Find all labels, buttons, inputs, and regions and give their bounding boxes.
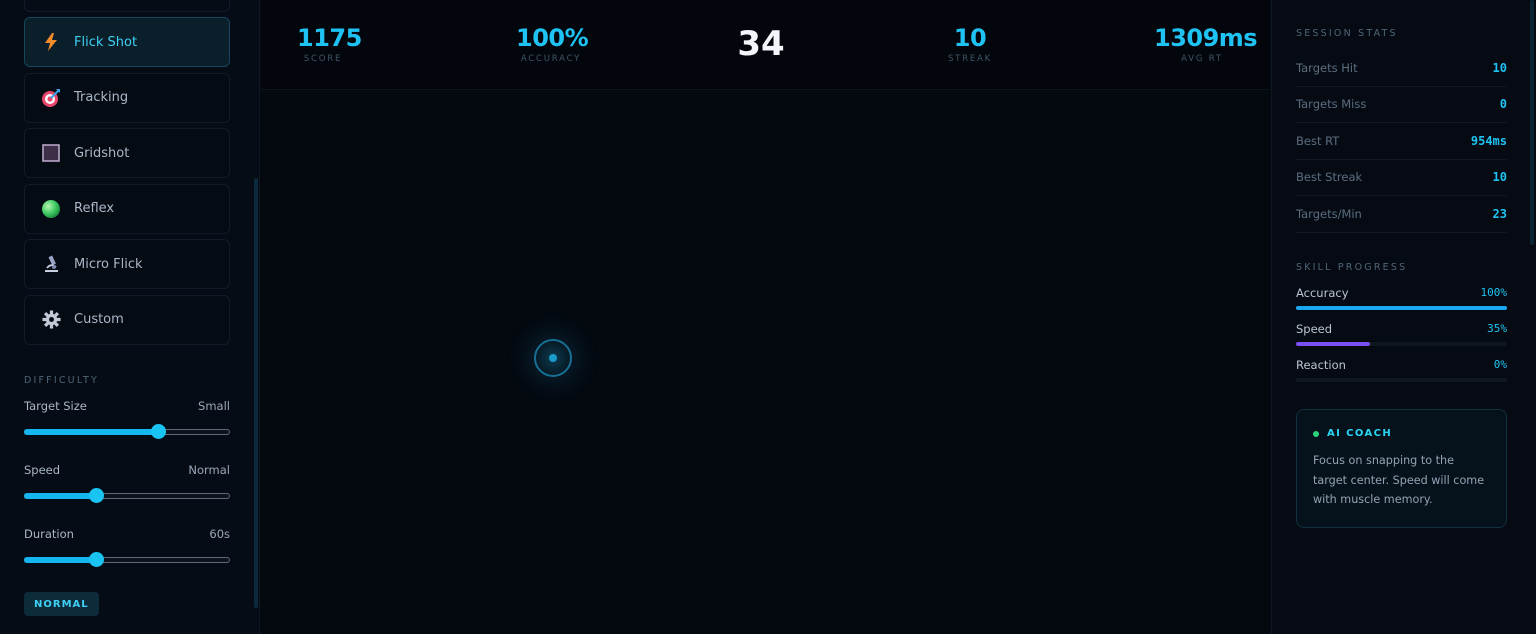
ai-coach-header: AI COACH	[1313, 428, 1490, 439]
setting-value: Normal	[188, 463, 230, 477]
stat-row-targets-per-min: Targets/Min 23	[1296, 196, 1507, 233]
hud-streak: 10 STREAK	[941, 24, 999, 64]
setting-value: Small	[198, 399, 230, 413]
hud-bar: 1175 SCORE 100% ACCURACY 34 10 STREAK 13…	[261, 0, 1270, 90]
skill-percent: 100%	[1480, 286, 1508, 299]
avg-rt-label: AVG RT	[1181, 54, 1223, 64]
sidebar: Flick Shot Tracking Gridshot Reflex Micr…	[0, 0, 260, 634]
skill-label: Accuracy	[1296, 286, 1349, 300]
skill-label: Speed	[1296, 322, 1333, 336]
stat-value: 10	[1492, 60, 1507, 75]
stat-row-targets-miss: Targets Miss 0	[1296, 87, 1507, 123]
stat-label: Targets Hit	[1296, 60, 1358, 75]
mode-label: Custom	[74, 312, 124, 328]
streak-value: 10	[953, 24, 987, 52]
hud-avg-rt: 1309ms AVG RT	[1154, 24, 1258, 64]
ai-coach-message: Focus on snapping to the target center. …	[1313, 454, 1485, 506]
setting-label: Speed	[24, 463, 61, 477]
skill-label: Reaction	[1296, 358, 1346, 372]
accuracy-value: 100%	[516, 24, 589, 52]
slider-fill	[24, 493, 97, 499]
duration-setting: Duration 60s	[24, 527, 230, 568]
session-stats-title: SESSION STATS	[1296, 28, 1398, 39]
status-dot-icon	[1313, 430, 1319, 437]
skill-bar	[1296, 378, 1507, 382]
mode-label: Tracking	[74, 90, 129, 106]
grid-square-icon	[41, 143, 61, 163]
ai-coach-card: AI COACH Focus on snapping to the target…	[1296, 409, 1507, 528]
gear-icon	[41, 310, 61, 330]
difficulty-section-label: DIFFICULTY	[24, 375, 100, 386]
difficulty-badge: NORMAL	[24, 592, 99, 616]
stat-row-targets-hit: Targets Hit 10	[1296, 50, 1507, 87]
stat-label: Targets/Min	[1296, 206, 1362, 221]
duration-slider[interactable]	[24, 552, 230, 568]
aim-target[interactable]	[534, 339, 572, 377]
skill-percent: 35%	[1487, 322, 1507, 335]
speed-setting: Speed Normal	[24, 463, 230, 504]
skill-bar	[1296, 342, 1507, 346]
target-size-slider[interactable]	[24, 424, 230, 440]
mode-item-flick-shot[interactable]: Flick Shot	[24, 17, 230, 67]
stat-label: Best Streak	[1296, 170, 1363, 185]
slider-fill	[24, 557, 97, 563]
mode-label: Gridshot	[74, 145, 130, 161]
hud-accuracy: 100% ACCURACY	[516, 24, 589, 64]
skill-percent: 0%	[1493, 358, 1507, 371]
target-dart-icon	[41, 88, 61, 108]
setting-label: Target Size	[24, 399, 87, 413]
skill-bar-fill	[1296, 342, 1370, 346]
mode-item-micro-flick[interactable]: Micro Flick	[24, 239, 230, 290]
microscope-icon	[41, 254, 61, 274]
skill-reaction: Reaction 0%	[1296, 358, 1507, 382]
hud-score: 1175 SCORE	[297, 24, 362, 64]
mode-label: Reflex	[74, 201, 115, 217]
score-label: SCORE	[303, 54, 343, 64]
stat-value: 954ms	[1470, 133, 1507, 148]
ai-coach-title: AI COACH	[1327, 428, 1393, 439]
slider-thumb[interactable]	[89, 488, 105, 503]
play-arena[interactable]	[261, 91, 1270, 634]
stat-label: Best RT	[1296, 133, 1340, 148]
mode-item-gridshot[interactable]: Gridshot	[24, 128, 230, 179]
stat-value: 0	[1499, 97, 1507, 112]
mode-item-reflex[interactable]: Reflex	[24, 183, 230, 234]
stat-row-best-streak: Best Streak 10	[1296, 160, 1507, 196]
slider-thumb[interactable]	[89, 552, 105, 567]
streak-label: STREAK	[947, 54, 993, 64]
round-timer: 34	[737, 24, 785, 64]
mode-label: Micro Flick	[74, 256, 143, 272]
skill-speed: Speed 35%	[1296, 322, 1507, 346]
skill-bar-fill	[1296, 306, 1507, 310]
stats-panel-scrollbar[interactable]	[1530, 0, 1534, 245]
skill-accuracy: Accuracy 100%	[1296, 286, 1507, 310]
mode-item-custom[interactable]: Custom	[24, 294, 230, 345]
mode-label: Flick Shot	[74, 34, 138, 50]
slider-fill	[24, 429, 158, 435]
target-center-dot	[549, 354, 557, 362]
accuracy-label: ACCURACY	[520, 54, 582, 64]
mode-list: Flick Shot Tracking Gridshot Reflex Micr…	[24, 17, 230, 351]
avg-rt-value: 1309ms	[1154, 24, 1258, 52]
stat-value: 10	[1492, 170, 1507, 185]
setting-label: Duration	[24, 527, 74, 541]
session-stats-list: Targets Hit 10 Targets Miss 0 Best RT 95…	[1296, 50, 1507, 233]
speed-slider[interactable]	[24, 488, 230, 504]
stat-value: 23	[1492, 206, 1507, 221]
setting-value: 60s	[209, 527, 230, 541]
slider-thumb[interactable]	[150, 424, 166, 439]
lightning-icon	[41, 32, 61, 52]
sidebar-scrollbar[interactable]	[254, 178, 258, 608]
green-orb-icon	[41, 199, 61, 219]
stats-panel: SESSION STATS Targets Hit 10 Targets Mis…	[1271, 0, 1536, 634]
mode-item-tracking[interactable]: Tracking	[24, 72, 230, 123]
stat-label: Targets Miss	[1296, 97, 1367, 112]
skill-bar	[1296, 306, 1507, 310]
skill-progress-title: SKILL PROGRESS	[1296, 262, 1408, 273]
target-size-setting: Target Size Small	[24, 399, 230, 440]
stat-row-best-rt: Best RT 954ms	[1296, 123, 1507, 160]
mode-list-top-edge	[24, 0, 230, 12]
score-value: 1175	[297, 24, 362, 52]
aim-trainer-app: Flick Shot Tracking Gridshot Reflex Micr…	[0, 0, 1536, 634]
